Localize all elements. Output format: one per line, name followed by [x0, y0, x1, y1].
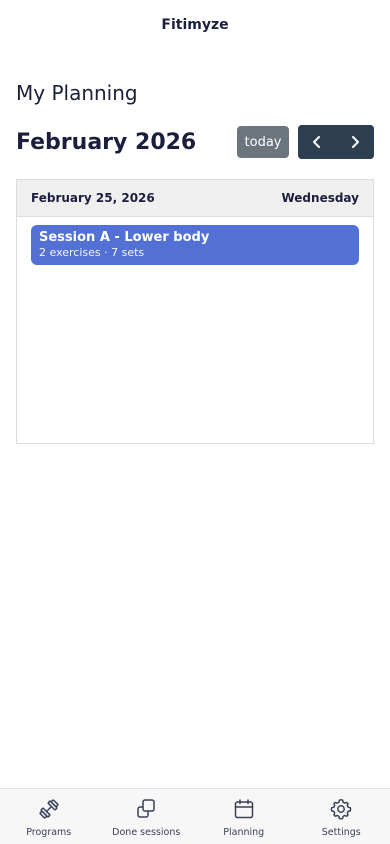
bottom-tab-bar: Programs Done sessions Planning Settings	[0, 788, 390, 844]
copy-icon	[137, 799, 155, 818]
tab-label: Planning	[223, 827, 265, 838]
dumbbell-icon	[39, 799, 59, 819]
app-root: Fitimyze My Planning February 2026 today…	[0, 0, 390, 844]
calendar-icon	[234, 799, 253, 819]
event-title: Session A - Lower body	[39, 230, 210, 245]
tab-label: Programs	[26, 827, 72, 838]
tab-done-sessions[interactable]: Done sessions	[98, 789, 196, 844]
today-button[interactable]: today	[237, 126, 289, 158]
day-weekday: Wednesday	[281, 191, 359, 205]
tab-label: Done sessions	[112, 827, 181, 838]
tab-label: Settings	[321, 827, 361, 838]
day-date: February 25, 2026	[31, 191, 155, 205]
calendar-toolbar: February 2026 today	[16, 125, 374, 159]
next-button[interactable]	[336, 125, 374, 159]
top-bar: Fitimyze	[0, 0, 390, 50]
gear-icon	[330, 799, 352, 820]
page-title: My Planning	[16, 81, 138, 105]
chevron-right-icon	[352, 136, 359, 148]
tab-settings[interactable]: Settings	[293, 789, 390, 844]
tab-programs[interactable]: Programs	[0, 789, 98, 844]
app-title: Fitimyze	[161, 17, 229, 33]
chevron-left-icon	[313, 136, 320, 148]
prev-button[interactable]	[298, 125, 336, 159]
calendar-event[interactable]: Session A - Lower body 2 exercises · 7 s…	[31, 225, 359, 265]
day-list-view: February 25, 2026 Wednesday Session A - …	[16, 179, 374, 444]
day-header: February 25, 2026 Wednesday	[17, 180, 373, 217]
tab-planning[interactable]: Planning	[195, 789, 293, 844]
month-title: February 2026	[16, 129, 197, 155]
event-subtitle: 2 exercises · 7 sets	[39, 246, 145, 259]
month-nav-group	[298, 125, 374, 159]
